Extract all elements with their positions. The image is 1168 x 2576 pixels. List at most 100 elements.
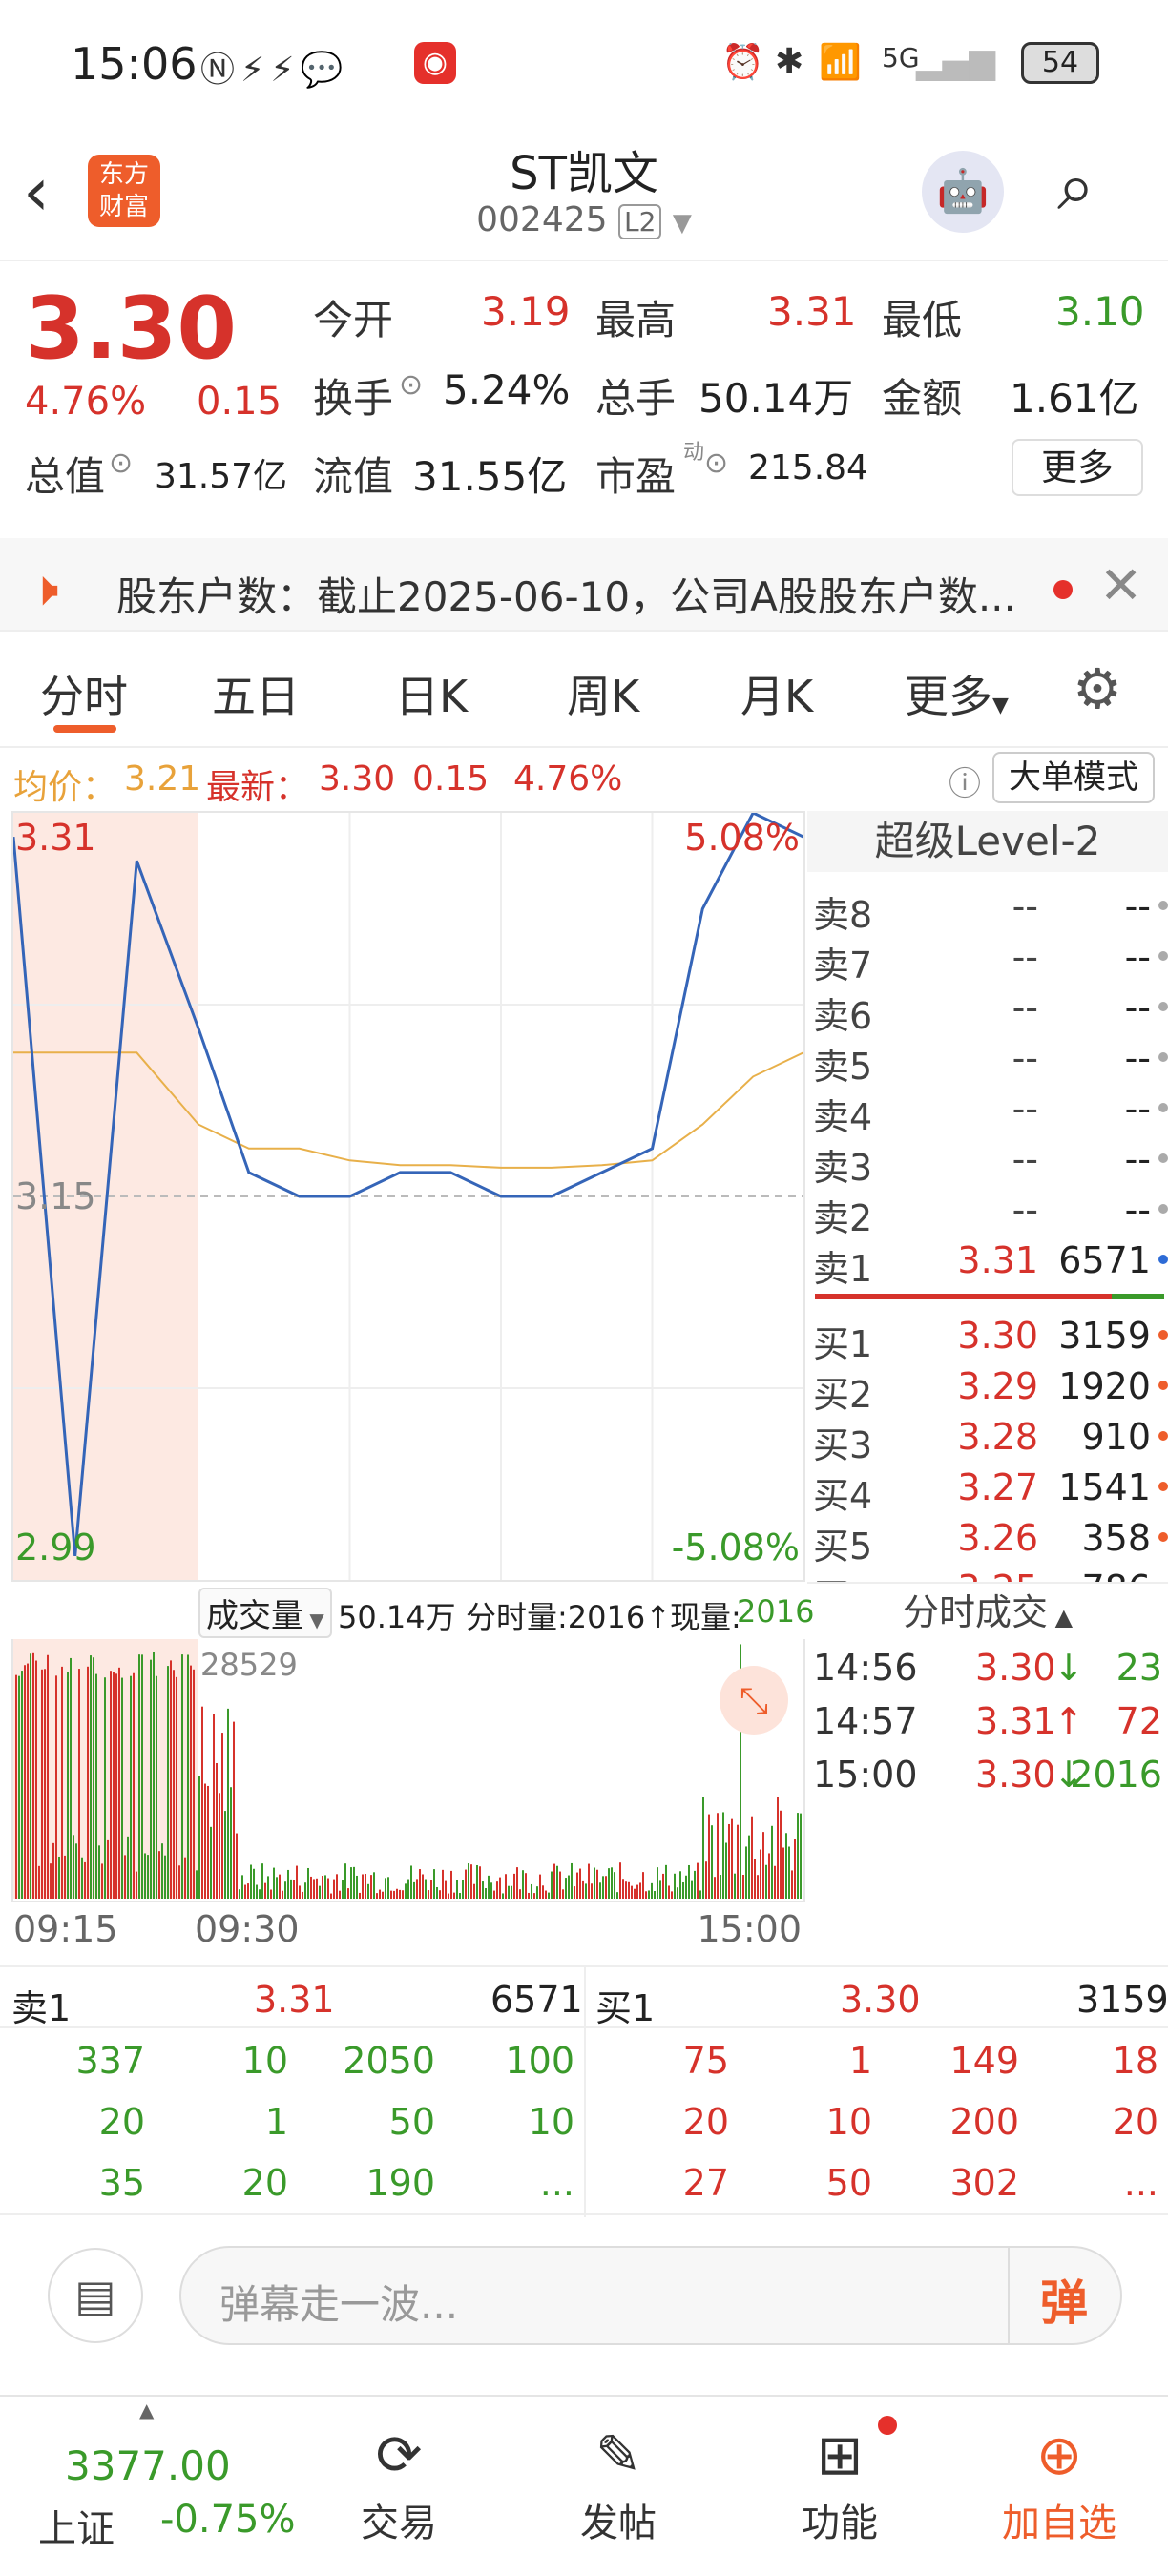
danmu-settings-icon[interactable]: ▤ — [48, 2248, 143, 2343]
volume-bar — [433, 1869, 435, 1899]
volume-bar — [476, 1864, 478, 1899]
danmu-toggle-button[interactable]: 弹 — [1040, 2265, 1088, 2334]
notice-bar[interactable]: 🕨 股东户数：截止2025-06-10，公司A股股东户数... ✕ — [0, 525, 1168, 632]
y-axis-mid: 3.15 — [15, 1175, 96, 1217]
current-price: 3.30 — [25, 279, 238, 379]
order-dot — [1158, 1482, 1168, 1491]
chevron-down-icon[interactable]: ▼ — [673, 209, 692, 238]
volume-bar — [413, 1881, 415, 1899]
avg-value: 3.21 — [124, 759, 201, 799]
order-dot — [1158, 1153, 1168, 1163]
volume-bar — [611, 1867, 613, 1899]
ask-row: 卖8 -- -- — [813, 880, 1168, 936]
close-icon[interactable]: ✕ — [1099, 555, 1142, 615]
y-axis-bottom: 2.99 — [15, 1527, 96, 1568]
buy-queue-volume: 50 — [825, 2162, 872, 2204]
info-icon[interactable]: ⊙ — [109, 447, 133, 480]
sell-queue-volume: 20 — [241, 2162, 288, 2204]
danmu-input[interactable]: 弹幕走一波... 弹 — [179, 2246, 1122, 2345]
time-label-start: 09:15 — [13, 1908, 118, 1950]
volume-bar — [236, 1833, 238, 1899]
volume-chart-svg — [13, 1639, 803, 1899]
volume-chart[interactable]: 28529 ⤡ — [11, 1639, 805, 1902]
volume-bar — [582, 1880, 584, 1899]
index-ticker[interactable]: ▲ 3377.00 上证 -0.75% — [0, 2397, 315, 2576]
volume-bar — [708, 1814, 710, 1899]
volume-bar — [674, 1873, 676, 1899]
ticks-title[interactable]: 分时成交 ▲ — [807, 1582, 1168, 1639]
level2-title[interactable]: 超级Level-2 — [807, 811, 1168, 872]
volume-bar — [407, 1879, 409, 1899]
index-name: 上证 — [38, 2507, 115, 2551]
volume-bar — [576, 1872, 578, 1899]
tab-functions[interactable]: ⊞ 功能 — [763, 2416, 916, 2547]
buy1-label: 买1 — [595, 1987, 656, 2029]
tab-more[interactable]: 更多▼ — [905, 662, 1009, 725]
volume-bar — [599, 1882, 601, 1899]
amount-value: 1.61亿 — [1010, 375, 1139, 422]
buy-queue-volume: 1 — [848, 2040, 872, 2082]
more-button[interactable]: 更多 — [1012, 439, 1143, 496]
volume-bar — [150, 1659, 152, 1899]
volume-bar — [608, 1868, 610, 1899]
volume-bar — [505, 1874, 507, 1899]
order-queue: 卖1 3.31 6571 买1 3.30 3159 337 10 2050 100 20… — [0, 1965, 1168, 2217]
volume-bar — [488, 1875, 490, 1899]
bid-volume: 1920 — [1058, 1365, 1151, 1407]
latest-label: 最新： — [206, 768, 310, 807]
ask-row: 卖6 -- -- — [813, 981, 1168, 1037]
tab-post[interactable]: ✎ 发帖 — [542, 2423, 695, 2547]
help-icon[interactable]: ⓘ — [949, 758, 981, 804]
volume-bar — [233, 1721, 235, 1899]
volume-bar — [416, 1879, 418, 1899]
expand-icon[interactable]: ⤡ — [720, 1666, 788, 1735]
volume-bar — [450, 1870, 452, 1899]
tab-add-watchlist[interactable]: ⊕ 加自选 — [983, 2423, 1136, 2547]
volume-header: 成交量 ▼ 50.14万 分时量:2016↑ 现量: 2016 — [11, 1582, 814, 1639]
volume-bar — [167, 1666, 169, 1899]
bid-volume: 786 — [1081, 1568, 1151, 1582]
sell1-header: 卖1 3.31 6571 — [0, 1967, 584, 2029]
volume-bar — [136, 1871, 137, 1899]
volume-bar — [399, 1889, 401, 1899]
robot-assistant-icon[interactable]: 🤖 — [922, 151, 1004, 233]
caret-down-icon: ▼ — [992, 694, 1009, 717]
volume-bar — [725, 1842, 727, 1899]
volume-bar — [93, 1657, 94, 1899]
volume-selector[interactable]: 成交量 ▼ — [198, 1588, 332, 1638]
tab-daily-k[interactable]: 日K — [395, 662, 468, 725]
volume-bar — [402, 1890, 404, 1899]
ask-volume: -- — [1124, 987, 1151, 1028]
search-icon[interactable]: ⌕ — [1057, 147, 1095, 226]
intraday-chart[interactable]: 3.31 3.15 2.99 5.08% -5.08% — [11, 811, 805, 1582]
tab-five-day[interactable]: 五日 — [212, 662, 300, 725]
volume-bar — [256, 1884, 258, 1899]
gear-icon[interactable]: ⚙ — [1073, 656, 1122, 721]
volume-bar — [559, 1871, 561, 1899]
info-icon[interactable]: ⊙ — [704, 447, 728, 480]
bid-price: 3.26 — [957, 1517, 1038, 1559]
volume-bar — [193, 1669, 195, 1899]
order-dot — [1158, 1255, 1168, 1264]
tab-intraday[interactable]: 分时 — [40, 662, 128, 725]
tab-trade[interactable]: ⟳ 交易 — [323, 2423, 475, 2547]
order-dot — [1158, 1381, 1168, 1390]
volume-bar — [631, 1885, 633, 1899]
pe-superscript: 动 — [683, 441, 705, 465]
big-order-mode-button[interactable]: 大单模式 — [992, 752, 1155, 803]
info-icon[interactable]: ⊙ — [399, 368, 423, 402]
volume-bar — [651, 1882, 653, 1899]
tick-arrow-icon: ↓ — [1053, 1647, 1084, 1689]
tab-monthly-k[interactable]: 月K — [740, 662, 813, 725]
volume-bar — [442, 1869, 444, 1899]
price-chart-svg — [13, 813, 803, 1580]
volume-bar — [110, 1671, 112, 1899]
order-dot — [1158, 1431, 1168, 1441]
tab-weekly-k[interactable]: 周K — [567, 662, 639, 725]
volume-bar — [731, 1818, 733, 1899]
volume-bar — [95, 1673, 97, 1899]
ask-volume: -- — [1124, 885, 1151, 927]
volume-bar — [485, 1888, 487, 1899]
sell-queue-volume: 1 — [264, 2101, 288, 2143]
bid-volume: 910 — [1081, 1416, 1151, 1458]
